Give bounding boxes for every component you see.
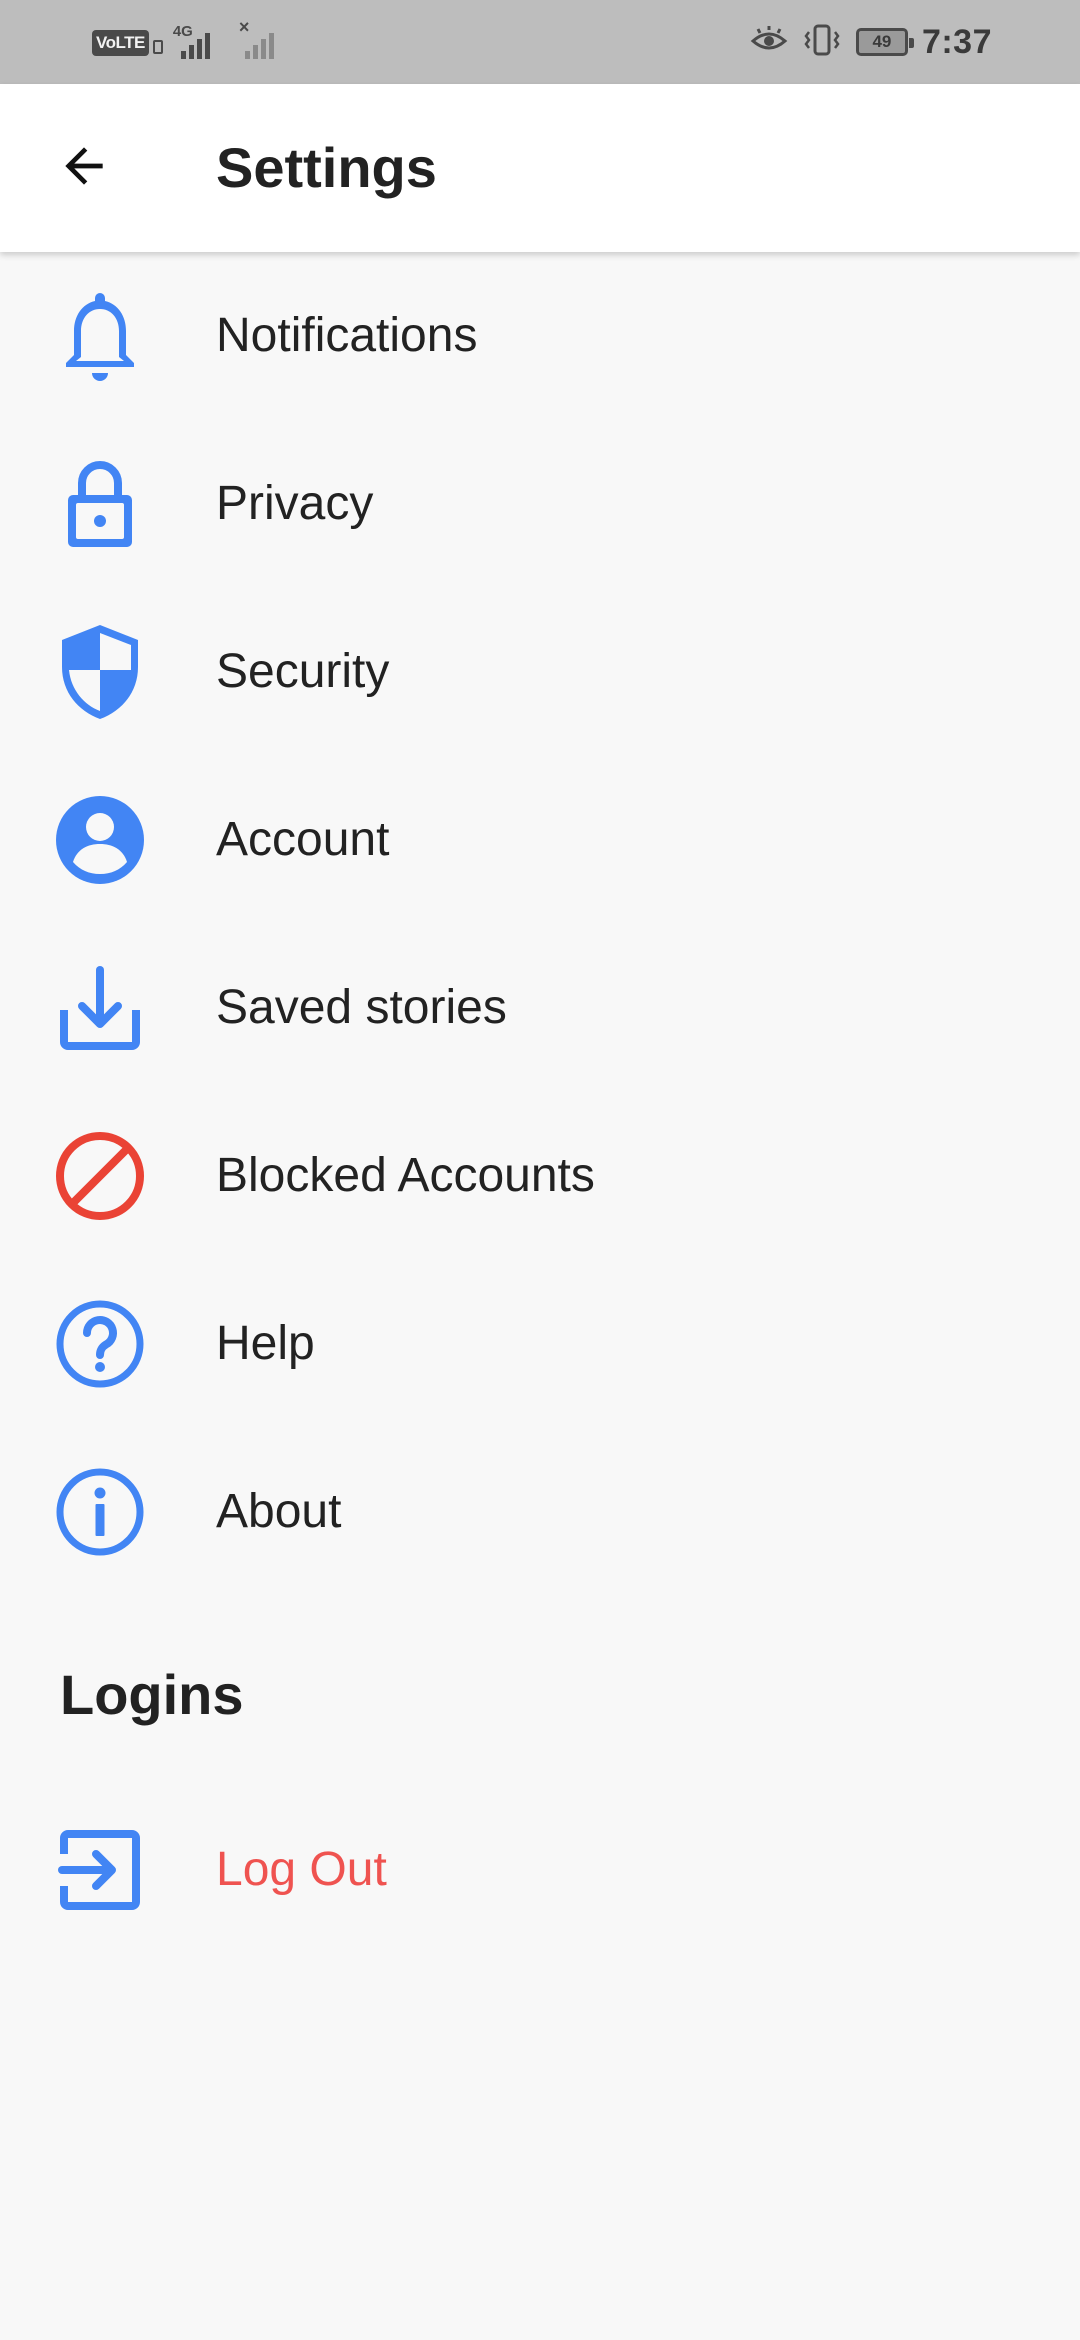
menu-item-label: Notifications xyxy=(216,309,478,362)
app-bar: Settings xyxy=(0,84,1080,252)
vibrate-icon xyxy=(802,23,842,62)
menu-item-label: Saved stories xyxy=(216,981,507,1034)
help-circle-icon xyxy=(50,1297,150,1391)
battery-level: 49 xyxy=(872,32,892,51)
eye-comfort-icon xyxy=(750,25,788,60)
info-circle-icon xyxy=(50,1465,150,1559)
account-circle-icon xyxy=(50,793,150,887)
sim-icon xyxy=(152,40,163,54)
exit-icon xyxy=(50,1823,150,1917)
menu-item-blocked-accounts[interactable]: Blocked Accounts xyxy=(0,1092,1080,1260)
signal-4g-icon: 4G xyxy=(173,23,229,61)
menu-item-label: About xyxy=(216,1485,342,1538)
menu-item-label: Blocked Accounts xyxy=(216,1149,595,1202)
status-right: 49 7:37 xyxy=(750,20,992,64)
volte-badge: VoLTE xyxy=(92,30,149,56)
menu-item-label: Security xyxy=(216,645,390,698)
settings-menu: Notifications Privacy Security Account S… xyxy=(0,252,1080,1596)
menu-item-account[interactable]: Account xyxy=(0,756,1080,924)
menu-item-privacy[interactable]: Privacy xyxy=(0,420,1080,588)
download-icon xyxy=(50,961,150,1055)
shield-icon xyxy=(50,625,150,719)
battery-icon: 49 xyxy=(855,28,914,56)
signal-secondary-icon: × xyxy=(239,17,285,61)
menu-item-about[interactable]: About xyxy=(0,1428,1080,1596)
menu-item-label: Privacy xyxy=(216,477,374,530)
menu-item-label: Account xyxy=(216,813,390,866)
status-left: VoLTE 4G × xyxy=(92,17,285,62)
logout-button[interactable]: Log Out xyxy=(0,1786,1080,1954)
clock: 7:37 xyxy=(921,22,992,61)
logout-label: Log Out xyxy=(216,1843,387,1896)
bell-icon xyxy=(50,289,150,383)
back-button[interactable] xyxy=(46,130,122,206)
menu-item-security[interactable]: Security xyxy=(0,588,1080,756)
menu-item-notifications[interactable]: Notifications xyxy=(0,252,1080,420)
menu-item-saved-stories[interactable]: Saved stories xyxy=(0,924,1080,1092)
page-title: Settings xyxy=(216,136,437,199)
arrow-left-icon xyxy=(56,138,112,199)
menu-item-label: Help xyxy=(216,1317,315,1370)
menu-item-help[interactable]: Help xyxy=(0,1260,1080,1428)
status-bar: VoLTE 4G × 49 7:37 xyxy=(0,0,1080,84)
block-icon xyxy=(50,1129,150,1223)
lock-icon xyxy=(50,457,150,551)
logins-heading: Logins xyxy=(60,1663,244,1726)
